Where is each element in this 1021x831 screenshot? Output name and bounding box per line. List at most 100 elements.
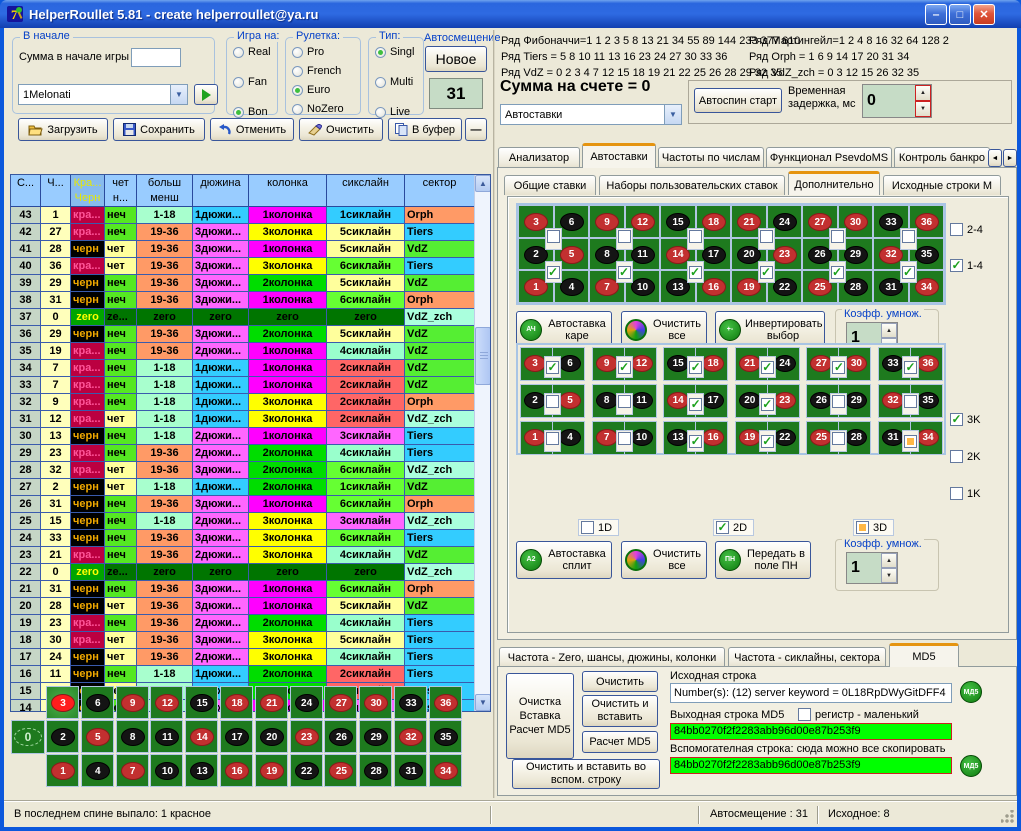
scroll-down-icon[interactable]: ▼ [475, 694, 491, 711]
split-checkbox[interactable] [687, 393, 704, 415]
quad-checkbox-bottom-4[interactable] [829, 261, 846, 283]
split-checkbox[interactable] [687, 430, 704, 452]
split-group[interactable]: 1417 [663, 384, 728, 418]
quad-checkbox-bottom-1[interactable] [616, 261, 633, 283]
board-number-cell[interactable]: 28 [359, 754, 392, 787]
board-number-cell[interactable]: 4 [81, 754, 114, 787]
tab-анализатор[interactable]: Анализатор [498, 147, 580, 168]
board-number-cell[interactable]: 17 [220, 720, 253, 753]
board-number-cell[interactable]: 14 [185, 720, 218, 753]
board-number-cell[interactable]: 21 [255, 686, 288, 719]
checkbox-icon[interactable] [689, 230, 702, 243]
split-checkbox[interactable] [759, 430, 776, 452]
quad-checkbox-bottom-2[interactable] [687, 261, 704, 283]
dim-check-2D[interactable]: 2D [713, 519, 754, 536]
split-group[interactable]: 36 [520, 347, 585, 381]
register-checkbox[interactable]: регистр - маленький [798, 708, 919, 721]
tab-scroll-right-icon[interactable]: ► [1003, 149, 1017, 167]
radio-icon[interactable] [375, 107, 386, 118]
table-row[interactable]: 329кра...неч1-181дюжи...3колонка2сиклайн… [11, 394, 490, 411]
freqtab-1[interactable]: Частота - Zero, шансы, дюжины, колонки [499, 647, 725, 667]
table-row[interactable]: 3112кра...чет1-181дюжи...3колонка2сиклай… [11, 411, 490, 428]
table-row[interactable]: 337кра...неч1-181дюжи...1колонка2сиклайн… [11, 377, 490, 394]
quad-checkbox-top-4[interactable] [829, 228, 846, 250]
table-header-cell[interactable]: большменш [137, 175, 193, 207]
table-row[interactable]: 1724чернчет19-362дюжи...3колонка4сиклайн… [11, 649, 490, 666]
grid2-side-check-3K[interactable]: 3K [950, 413, 980, 426]
clear-brush-button[interactable]: Очистить [299, 118, 383, 141]
md5-calc-icon[interactable]: МД5 [960, 681, 982, 703]
checkbox-icon[interactable] [832, 432, 845, 445]
quad-checkbox-top-3[interactable] [758, 228, 775, 250]
board-number-cell[interactable]: 30 [359, 686, 392, 719]
split-bet-grid[interactable]: 3691215182124273033362581114172023262932… [516, 343, 946, 455]
spinner-down-icon[interactable]: ▼ [915, 101, 931, 117]
resize-grip[interactable] [1001, 810, 1014, 823]
md5-clear-paste-button[interactable]: Очистить и вставить [582, 695, 658, 727]
checkbox-icon[interactable] [798, 708, 811, 721]
checkbox-icon[interactable] [618, 432, 631, 445]
radio-icon[interactable] [375, 77, 386, 88]
board-number-cell[interactable]: 20 [255, 720, 288, 753]
radio-icon[interactable] [292, 104, 303, 115]
checkbox-icon[interactable] [761, 361, 774, 374]
split-checkbox[interactable] [830, 430, 847, 452]
checkbox-icon[interactable] [904, 395, 917, 408]
split-checkbox[interactable] [759, 356, 776, 378]
save-floppy-button[interactable]: Сохранить [113, 118, 205, 141]
spinner-up-icon[interactable]: ▲ [881, 323, 897, 338]
radio-icon[interactable] [292, 85, 303, 96]
checkbox-icon[interactable] [689, 266, 702, 279]
split-group[interactable]: 710 [592, 421, 657, 455]
table-row[interactable]: 3629черннеч19-363дюжи...2колонка5сиклайн… [11, 326, 490, 343]
split-group[interactable]: 1518 [663, 347, 728, 381]
radio-option-nozero[interactable]: NoZero [292, 103, 344, 115]
board-number-cell[interactable]: 7 [116, 754, 149, 787]
board-number-cell[interactable]: 5 [81, 720, 114, 753]
maximize-button[interactable]: □ [949, 4, 971, 25]
table-row[interactable]: 1923кра...неч19-362дюжи...2колонка4сикла… [11, 615, 490, 632]
table-row[interactable]: 1611черннеч1-181дюжи...2колонка2сиклайнT… [11, 666, 490, 683]
md5-big-button[interactable]: Очистка Вставка Расчет MD5 [506, 673, 574, 759]
board-number-cell[interactable]: 3 [46, 686, 79, 719]
table-row[interactable]: 3519кра...неч19-362дюжи...1колонка4сикла… [11, 343, 490, 360]
md5-clear-button[interactable]: Очистить [582, 671, 658, 692]
table-row[interactable]: 4036кра...чет19-363дюжи...3колонка6сикла… [11, 258, 490, 275]
subtab-наборы-пользовательских-ставок[interactable]: Наборы пользовательских ставок [599, 175, 785, 195]
scroll-up-icon[interactable]: ▲ [475, 175, 491, 192]
tab-частоты-по-числам[interactable]: Частоты по числам [658, 147, 764, 168]
title-bar[interactable]: 7 HelperRoullet 5.81 - create helperroul… [0, 0, 1021, 28]
split-group[interactable]: 2730 [806, 347, 871, 381]
radio-option-singl[interactable]: Singl [375, 46, 414, 58]
open-folder-button[interactable]: Загрузить [18, 118, 108, 141]
dim-check-1D[interactable]: 1D [578, 519, 619, 536]
grid1-side-check-2-4[interactable]: 2-4 [950, 223, 983, 236]
checkbox-icon[interactable] [832, 361, 845, 374]
split-group[interactable]: 14 [520, 421, 585, 455]
table-row[interactable]: 2631черннеч19-363дюжи...1колонка6сиклайн… [11, 496, 490, 513]
undo-arrow-button[interactable]: Отменить [210, 118, 294, 141]
split-checkbox[interactable] [902, 430, 919, 452]
board-number-cell[interactable]: 35 [429, 720, 462, 753]
split-group[interactable]: 1316 [663, 421, 728, 455]
start-sum-input[interactable] [131, 48, 181, 67]
grid2-side-check-2K[interactable]: 2K [950, 450, 980, 463]
table-row[interactable]: 2433черннеч19-363дюжи...3колонка6сиклайн… [11, 530, 490, 547]
quad-checkbox-top-5[interactable] [900, 228, 917, 250]
quad-checkbox-bottom-5[interactable] [900, 261, 917, 283]
checkbox-icon[interactable] [760, 266, 773, 279]
radio-option-bon[interactable]: Bon [233, 106, 268, 118]
checkbox-icon[interactable] [546, 432, 559, 445]
split-group[interactable]: 2124 [735, 347, 800, 381]
board-number-cell[interactable]: 34 [429, 754, 462, 787]
board-number-cell[interactable]: 9 [116, 686, 149, 719]
board-number-cell[interactable]: 8 [116, 720, 149, 753]
checkbox-icon[interactable] [831, 230, 844, 243]
board-number-cell[interactable]: 32 [394, 720, 427, 753]
checkbox-icon[interactable] [831, 266, 844, 279]
board-number-cell[interactable]: 10 [150, 754, 183, 787]
md5-copy-icon[interactable]: МД5 [960, 755, 982, 777]
checkbox-icon[interactable] [618, 361, 631, 374]
tab-автоставки[interactable]: Автоставки [582, 143, 656, 168]
checkbox-icon[interactable] [618, 266, 631, 279]
